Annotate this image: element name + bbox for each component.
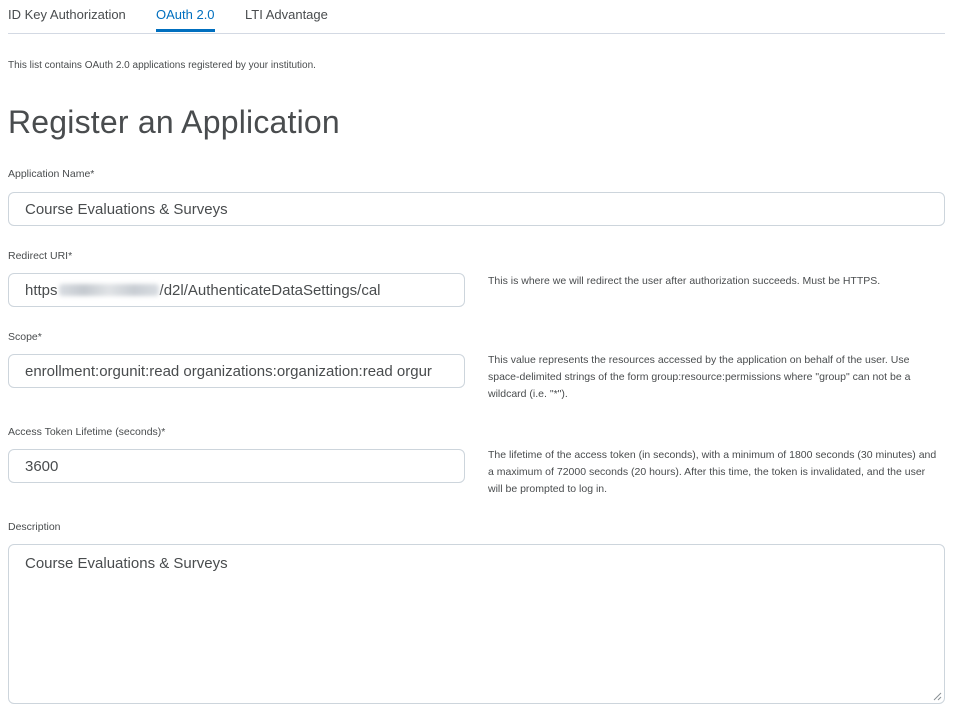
redirect-uri-suffix: /d2l/AuthenticateDataSettings/cal [159, 281, 381, 299]
intro-text: This list contains OAuth 2.0 application… [8, 60, 316, 71]
redirect-uri-input[interactable]: https/d2l/AuthenticateDataSettings/cal [8, 273, 465, 307]
token-lifetime-input[interactable] [8, 449, 465, 483]
tab-oauth-2[interactable]: OAuth 2.0 [156, 7, 215, 32]
oauth-register-page: ID Key Authorization OAuth 2.0 LTI Advan… [0, 0, 972, 710]
description-label: Description [8, 521, 61, 533]
tab-lti-advantage[interactable]: LTI Advantage [245, 7, 328, 32]
resize-handle-icon[interactable] [933, 692, 942, 701]
scope-input[interactable] [8, 354, 465, 388]
description-textarea[interactable]: Course Evaluations & Surveys [8, 544, 945, 704]
token-lifetime-help: The lifetime of the access token (in sec… [488, 449, 937, 495]
app-name-label: Application Name* [8, 168, 95, 180]
token-lifetime-label: Access Token Lifetime (seconds)* [8, 426, 166, 438]
scope-label: Scope* [8, 331, 42, 343]
page-title: Register an Application [8, 104, 340, 140]
redirect-uri-label: Redirect URI* [8, 250, 73, 262]
tab-bar: ID Key Authorization OAuth 2.0 LTI Advan… [8, 0, 945, 34]
redirect-uri-help: This is where we will redirect the user … [488, 275, 881, 287]
tab-id-key-authorization[interactable]: ID Key Authorization [8, 7, 126, 32]
redirect-uri-prefix: https [25, 281, 58, 299]
scope-help: This value represents the resources acce… [488, 354, 911, 400]
app-name-input[interactable] [8, 192, 945, 226]
redacted-host [58, 284, 159, 296]
